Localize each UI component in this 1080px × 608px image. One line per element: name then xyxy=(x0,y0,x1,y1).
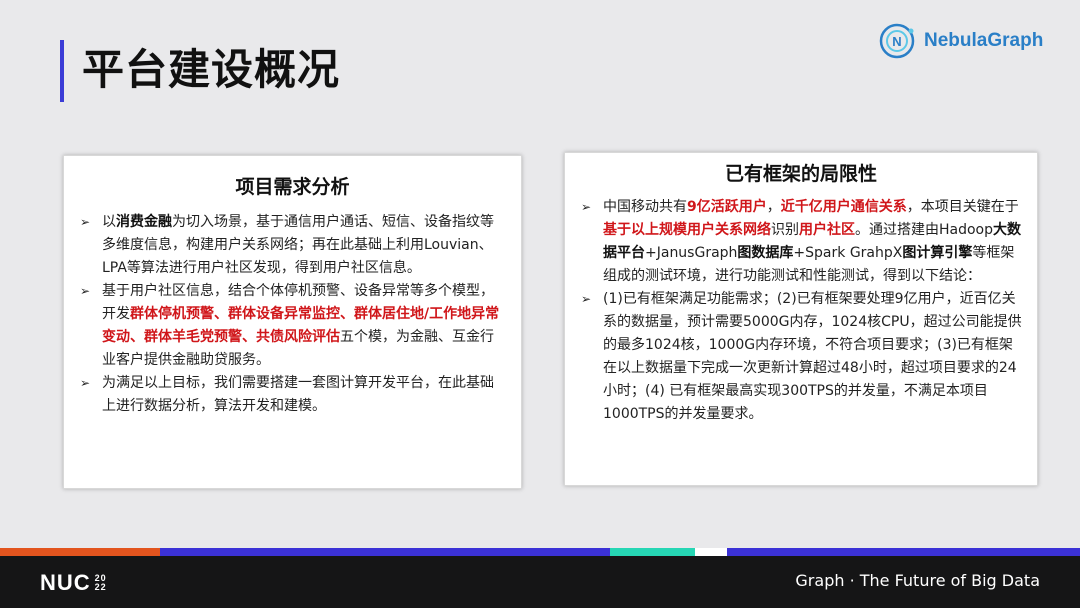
limitations-list: ➢ 中国移动共有9亿活跃用户，近千亿用户通信关系，本项目关键在于基于以上规模用户关… xyxy=(579,196,1023,426)
logo: N NebulaGraph xyxy=(878,22,1043,60)
bullet-item: ➢ (1)已有框架满足功能需求；(2)已有框架要处理9亿用户，近百亿关系的数据量，… xyxy=(579,288,1023,426)
nuc-year-bottom: 22 xyxy=(94,582,107,592)
footer-stripe xyxy=(160,548,610,556)
bullet-arrow-icon: ➢ xyxy=(581,200,592,214)
highlight-text: 近千亿用户通信关系 xyxy=(780,199,907,215)
requirements-panel: 项目需求分析 ➢ 以消费金融为切入场景，基于通信用户通话、短信、设备指纹等多维度信… xyxy=(63,155,522,489)
nuc-logo: NUC 20 22 xyxy=(40,570,107,596)
body-text: 识别 xyxy=(771,222,799,238)
logo-text: NebulaGraph xyxy=(924,30,1044,51)
bold-text: 图计算引擎 xyxy=(902,245,973,261)
bold-text: 消费金融 xyxy=(116,214,172,230)
highlight-text: 基于以上规模用户关系网络 xyxy=(603,222,771,238)
bullet-arrow-icon: ➢ xyxy=(80,376,91,390)
limitations-panel-title: 已有框架的局限性 xyxy=(724,163,877,185)
limitations-panel: 已有框架的局限性 ➢ 中国移动共有9亿活跃用户，近千亿用户通信关系，本项目关键在于… xyxy=(564,152,1038,486)
nebula-logo-icon: N xyxy=(879,23,915,59)
bullet-item: ➢ 中国移动共有9亿活跃用户，近千亿用户通信关系，本项目关键在于基于以上规模用户关… xyxy=(579,196,1023,288)
highlight-text: 用户社区 xyxy=(799,222,855,238)
nuc-brand: NUC xyxy=(40,570,91,595)
bullet-item: ➢ 基于用户社区信息，结合个体停机预警、设备异常等多个模型，开发群体停机预警、群体… xyxy=(78,280,507,372)
title-accent-bar xyxy=(60,40,64,102)
body-text: 。通过搭建由Hadoop xyxy=(855,222,994,238)
requirements-list: ➢ 以消费金融为切入场景，基于通信用户通话、短信、设备指纹等多维度信息，构建用户关… xyxy=(78,211,507,418)
footer-stripe xyxy=(695,548,727,556)
bold-text: 图数据库 xyxy=(737,245,794,261)
body-text: +Spark GrahpX xyxy=(793,245,903,261)
bullet-arrow-icon: ➢ xyxy=(80,284,91,298)
bullet-arrow-icon: ➢ xyxy=(80,215,91,229)
body-text: ， xyxy=(766,199,781,215)
bullet-item: ➢ 为满足以上目标，我们需要搭建一套图计算开发平台，在此基础上进行数据分析，算法开… xyxy=(78,372,507,418)
bullet-arrow-icon: ➢ xyxy=(581,292,592,306)
highlight-text: 9亿活跃用户 xyxy=(687,199,767,215)
footer-stripe xyxy=(727,548,1080,556)
nuc-year: 20 22 xyxy=(95,574,107,592)
svg-text:N: N xyxy=(892,34,901,49)
footer-stripes xyxy=(0,548,1080,556)
body-text: (1)已有框架满足功能需求；(2)已有框架要处理9亿用户，近百亿关系的数据量，预… xyxy=(603,291,1022,422)
body-text: 为满足以上目标，我们需要搭建一套图计算开发平台，在此基础上进行数据分析，算法开发… xyxy=(102,375,494,414)
footer-stripe xyxy=(610,548,695,556)
bullet-item: ➢ 以消费金融为切入场景，基于通信用户通话、短信、设备指纹等多维度信息，构建用户关… xyxy=(78,211,507,280)
body-text: 中国移动共有 xyxy=(603,199,687,215)
footer-stripe xyxy=(0,548,160,556)
page-title: 平台建设概况 xyxy=(82,45,341,94)
body-text: ，本项目关键在于 xyxy=(906,199,1019,215)
footer-tagline: Graph · The Future of Big Data xyxy=(795,571,1040,590)
requirements-panel-title: 项目需求分析 xyxy=(235,176,350,198)
body-text: 以 xyxy=(102,214,116,230)
body-text: +JanusGraph xyxy=(645,245,738,261)
